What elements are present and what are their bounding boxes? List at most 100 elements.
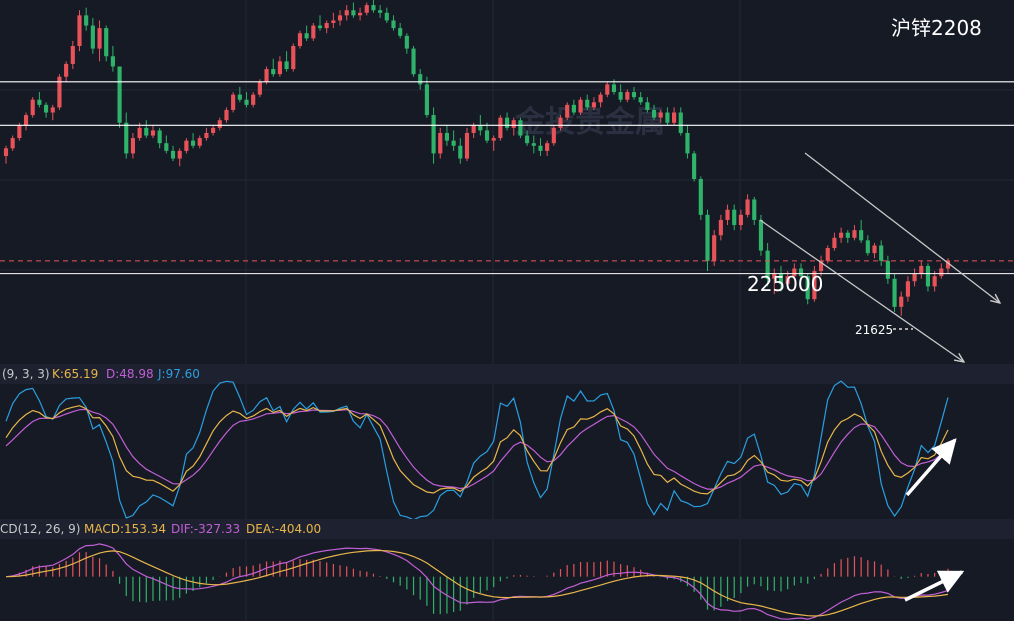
- candle-body: [170, 150, 176, 159]
- candle-body: [705, 214, 710, 261]
- candle-body: [872, 245, 877, 254]
- candle-body: [571, 104, 576, 113]
- candle-body: [932, 276, 937, 287]
- candle-body: [150, 130, 156, 136]
- candle-body: [237, 94, 242, 100]
- candle-body: [832, 237, 837, 249]
- candle-body: [905, 281, 910, 297]
- macd-dea-line: [5, 549, 949, 617]
- macd-header: CD(12, 26, 9) MACD:153.34 DIF:-327.33 DE…: [0, 522, 321, 536]
- candle-body: [137, 127, 142, 139]
- candle-body: [431, 115, 436, 154]
- candle-body: [64, 63, 69, 77]
- candle-body: [130, 138, 136, 154]
- futures-chart: 金投贵金属 沪锌2208 225000 21625 (9, 3, 3) K:65…: [0, 0, 1014, 621]
- candle-body: [685, 132, 690, 154]
- kdj-header: (9, 3, 3) K:65.19 D:48.98 J:97.60: [2, 367, 200, 381]
- candle-body: [97, 28, 102, 49]
- candle-body: [712, 235, 717, 261]
- candle-body: [244, 99, 249, 105]
- candle-body: [331, 20, 336, 24]
- candle-body: [939, 268, 944, 277]
- candle-body: [451, 140, 456, 146]
- candle-body: [825, 248, 830, 261]
- candle-body: [678, 112, 683, 133]
- macd-dif-value: DIF:-327.33: [171, 522, 240, 536]
- candle-body: [471, 125, 476, 133]
- candle-body: [391, 20, 396, 29]
- candle-body: [504, 117, 510, 128]
- candle-body: [70, 46, 75, 64]
- candle-body: [558, 117, 563, 128]
- candle-body: [351, 10, 356, 16]
- candle-body: [464, 132, 470, 159]
- candle-body: [311, 25, 316, 39]
- candle-body: [3, 148, 9, 156]
- chart-title: 沪锌2208: [891, 16, 982, 40]
- candle-body: [531, 143, 536, 146]
- candle-body: [852, 230, 857, 238]
- candle-body: [925, 265, 931, 287]
- candle-body: [297, 33, 303, 47]
- candle-body: [30, 99, 35, 116]
- candle-body: [738, 214, 743, 226]
- candle-body: [698, 179, 703, 215]
- candle-body: [879, 245, 884, 261]
- candle-body: [117, 66, 122, 123]
- candle-body: [291, 46, 296, 70]
- candle-body: [645, 102, 650, 110]
- candle-body: [371, 5, 376, 11]
- candle-body: [124, 122, 129, 154]
- candle-body: [458, 145, 463, 159]
- candle-body: [518, 120, 523, 136]
- candle-body: [264, 69, 269, 82]
- candle-body: [591, 102, 596, 108]
- candle-body: [631, 92, 637, 98]
- candle-body: [859, 230, 864, 241]
- candle-body: [304, 33, 309, 39]
- candle-body: [598, 94, 603, 103]
- candle-body: [845, 232, 850, 238]
- candle-body: [157, 130, 162, 144]
- candle-body: [758, 219, 764, 251]
- candle-body: [90, 25, 95, 49]
- candle-body: [217, 120, 222, 128]
- candle-body: [892, 278, 897, 307]
- candle-body: [491, 138, 496, 141]
- kdj-d-value: D:48.98: [106, 367, 154, 381]
- macd-dif-line: [5, 543, 949, 620]
- candle-body: [565, 104, 570, 118]
- kdj-params: (9, 3, 3): [2, 367, 50, 381]
- candle-body: [585, 99, 590, 108]
- candle-body: [424, 84, 429, 116]
- candle-body: [184, 140, 189, 151]
- candle-body: [605, 84, 610, 95]
- support-value-label: 225000: [747, 272, 823, 296]
- candle-body: [718, 219, 723, 236]
- price-levels: [0, 81, 1014, 275]
- candle-body: [611, 84, 617, 93]
- macd-value: MACD:153.34: [84, 522, 166, 536]
- candle-body: [478, 125, 483, 131]
- candle-body: [752, 199, 757, 220]
- candle-body: [658, 112, 663, 118]
- candle-body: [638, 97, 643, 103]
- candle-body: [725, 209, 730, 220]
- candle-body: [732, 209, 737, 226]
- kdj-k-value: K:65.19: [52, 367, 98, 381]
- kdj-lines: [5, 380, 949, 521]
- candle-body: [84, 15, 89, 26]
- candle-body: [204, 132, 209, 139]
- candle-body: [344, 10, 349, 16]
- candle-body: [337, 15, 343, 21]
- candlestick-chart-svg: 金投贵金属 沪锌2208 225000 21625 (9, 3, 3) K:65…: [0, 0, 1014, 621]
- kdj-j-line: [5, 380, 949, 521]
- candle-body: [618, 92, 623, 100]
- macd-dea-value: DEA:-404.00: [246, 522, 321, 536]
- candle-body: [498, 117, 503, 139]
- candle-body: [251, 94, 256, 105]
- candle-body: [211, 127, 216, 133]
- low-value-label: 21625: [855, 323, 893, 337]
- kdj-d-line: [5, 408, 949, 490]
- candle-body: [284, 61, 289, 70]
